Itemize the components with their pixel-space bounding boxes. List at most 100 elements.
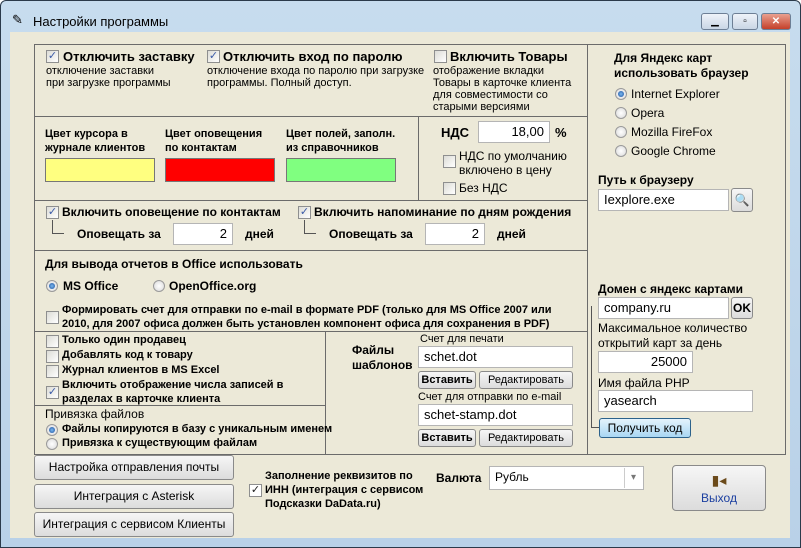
no-vat-checkbox[interactable] — [443, 182, 456, 195]
maximize-button[interactable]: ▫ — [732, 13, 758, 30]
asterisk-button[interactable]: Интеграция с Asterisk — [34, 484, 234, 509]
templates-title: Файлы — [352, 343, 395, 357]
disable-splash-checkbox[interactable]: ✓ — [46, 50, 59, 63]
print-insert-button[interactable]: Вставить — [418, 371, 476, 389]
unique-name-label: Файлы копируются в базу с уникальным име… — [62, 423, 333, 435]
disable-password-label: Отключить вход по паролю — [223, 49, 403, 64]
add-goods-code-checkbox[interactable] — [46, 350, 59, 363]
currency-value: Рубль — [495, 470, 529, 484]
add-goods-code-label: Добавлять код к товару — [62, 349, 193, 361]
no-vat-label: Без НДС — [459, 181, 508, 195]
birthday-days-unit: дней — [497, 227, 526, 241]
unique-name-radio[interactable] — [46, 424, 58, 436]
pdf-label: Формировать счет для отправки по e-mail … — [62, 304, 552, 316]
vat-unit: % — [555, 125, 567, 140]
enable-goods-desc: для совместимости со — [433, 89, 548, 101]
email-edit-button[interactable]: Редактировать — [479, 429, 573, 447]
existing-files-radio[interactable] — [46, 438, 58, 450]
inn-checkbox[interactable]: ✓ — [249, 484, 262, 497]
openoffice-label: OpenOffice.org — [169, 279, 257, 293]
php-file-label: Имя файла PHP — [598, 376, 690, 390]
search-icon[interactable]: 🔍 — [731, 188, 753, 212]
enable-goods-desc: отображение вкладки — [433, 65, 545, 77]
single-seller-checkbox[interactable] — [46, 335, 59, 348]
browser-radio-chrome[interactable] — [615, 145, 627, 157]
enable-goods-label: Включить Товары — [450, 49, 568, 64]
single-seller-label: Только один продавец — [62, 334, 186, 346]
email-template-input[interactable]: schet-stamp.dot — [418, 404, 573, 426]
disable-password-checkbox[interactable]: ✓ — [207, 50, 220, 63]
record-count-label: разделах в карточке клиента — [62, 393, 221, 405]
browser-radio-firefox[interactable] — [615, 126, 627, 138]
browser-radio-ie[interactable] — [615, 88, 627, 100]
openoffice-radio[interactable] — [153, 280, 165, 292]
pdf-label: 2010, для 2007 офиса должен быть установ… — [62, 318, 550, 330]
domain-label: Домен с яндекс картами — [598, 282, 744, 296]
domain-ok-button[interactable]: OK — [731, 297, 753, 319]
excel-journal-label: Журнал клиентов в MS Excel — [62, 364, 220, 376]
birthday-notify-checkbox[interactable]: ✓ — [298, 206, 311, 219]
cursor-color-swatch[interactable] — [45, 158, 155, 182]
fields-color-label: из справочников — [286, 142, 379, 154]
app-icon: ✎ — [12, 12, 23, 27]
notify-color-label: по контактам — [165, 142, 237, 154]
contacts-notify-for-label: Оповещать за — [77, 227, 161, 241]
vat-label: НДС — [441, 125, 470, 140]
contacts-days-unit: дней — [245, 227, 274, 241]
contacts-days-input[interactable]: 2 — [173, 223, 233, 245]
notify-color-swatch[interactable] — [165, 158, 275, 182]
birthday-days-input[interactable]: 2 — [425, 223, 485, 245]
vat-input[interactable]: 18,00 — [478, 121, 550, 143]
files-link-title: Привязка файлов — [45, 407, 145, 421]
cursor-color-label: журнале клиентов — [45, 142, 146, 154]
birthday-notify-label: Включить напоминание по дням рождения — [314, 205, 572, 219]
email-template-label: Счет для отправки по e-mail — [418, 391, 562, 403]
enable-goods-desc: старыми версиями — [433, 101, 530, 113]
minimize-button[interactable]: ▁ — [701, 13, 729, 30]
browser-path-label: Путь к браузеру — [598, 173, 694, 187]
mail-settings-button[interactable]: Настройка отправления почты — [34, 455, 234, 480]
max-maps-label: Максимальное количество — [598, 321, 748, 335]
browser-path-input[interactable]: Iexplore.exe — [598, 189, 729, 211]
cursor-color-label: Цвет курсора в — [45, 128, 128, 140]
disable-splash-desc: при загрузке программы — [46, 77, 171, 89]
exit-label: Выход — [701, 491, 737, 505]
exit-button[interactable]: ▮◂ Выход — [672, 465, 766, 511]
domain-input[interactable]: company.ru — [598, 297, 729, 319]
disable-splash-label: Отключить заставку — [63, 49, 195, 64]
disable-splash-desc: отключение заставки — [46, 65, 155, 77]
excel-journal-checkbox[interactable] — [46, 365, 59, 378]
fields-color-swatch[interactable] — [286, 158, 396, 182]
vat-included-checkbox[interactable] — [443, 155, 456, 168]
enable-goods-checkbox[interactable] — [434, 50, 447, 63]
print-template-label: Счет для печати — [420, 333, 504, 345]
ms-office-radio[interactable] — [46, 280, 58, 292]
clients-service-button[interactable]: Интеграция с сервисом Клиенты — [34, 512, 234, 537]
exit-door-icon: ▮◂ — [711, 472, 727, 488]
print-template-input[interactable]: schet.dot — [418, 346, 573, 368]
php-file-input[interactable]: yasearch — [598, 390, 753, 412]
record-count-checkbox[interactable]: ✓ — [46, 386, 59, 399]
inn-label: ИНН (интеграция с сервисом — [265, 484, 424, 496]
notify-color-label: Цвет оповещения — [165, 128, 263, 140]
browser-title: Для Яндекс карт — [614, 51, 713, 65]
templates-title: шаблонов — [352, 358, 413, 372]
chevron-down-icon[interactable]: ▾ — [624, 468, 642, 488]
contacts-notify-checkbox[interactable]: ✓ — [46, 206, 59, 219]
vat-included-label: НДС по умолчанию — [459, 149, 567, 163]
max-maps-input[interactable]: 25000 — [598, 351, 693, 373]
get-code-button[interactable]: Получить код — [599, 418, 691, 438]
vat-included-label: включено в цену — [459, 163, 552, 177]
record-count-label: Включить отображение числа записей в — [62, 379, 284, 391]
print-edit-button[interactable]: Редактировать — [479, 371, 573, 389]
inn-label: Подсказки DaData.ru) — [265, 498, 381, 510]
browser-radio-opera[interactable] — [615, 107, 627, 119]
birthday-notify-for-label: Оповещать за — [329, 227, 413, 241]
enable-goods-desc: Товары в карточке клиента — [433, 77, 572, 89]
pdf-checkbox[interactable] — [46, 311, 59, 324]
currency-select[interactable]: Рубль — [489, 466, 644, 490]
close-button[interactable]: ✕ — [761, 13, 791, 30]
email-insert-button[interactable]: Вставить — [418, 429, 476, 447]
ms-office-label: MS Office — [63, 279, 119, 293]
browser-title: использовать браузер — [614, 66, 749, 80]
